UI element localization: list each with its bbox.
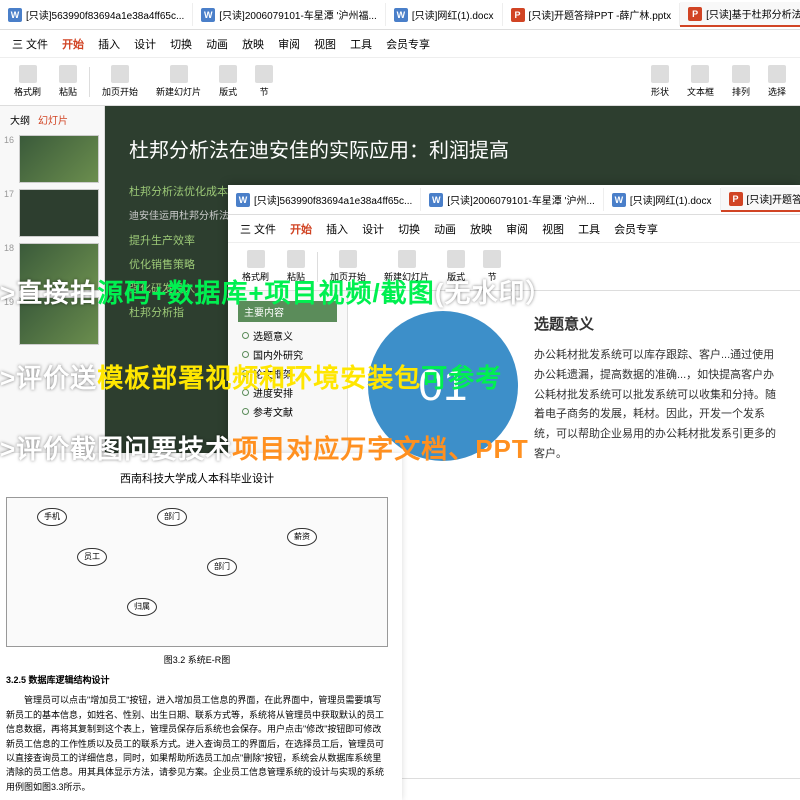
shape-button[interactable]: 形状 <box>645 63 675 100</box>
section-button[interactable]: 节 <box>249 63 279 100</box>
format-painter-button[interactable]: 格式刷 <box>8 63 47 100</box>
menu-member[interactable]: 会员专享 <box>386 36 430 52</box>
menu-tools[interactable]: 工具 <box>350 36 372 52</box>
tab-doc-4[interactable]: P[只读]开题答辩PPT -薛广林.pptx <box>503 3 681 26</box>
doc-header: 西南科技大学成人本科毕业设计 <box>6 471 388 489</box>
menu-start[interactable]: 开始 <box>62 36 84 52</box>
w2-tab-1[interactable]: W[只读]563990f83694a1e38a4ff65c... <box>228 188 421 211</box>
menu-animation[interactable]: 动画 <box>206 36 228 52</box>
menu-file[interactable]: 三 文件 <box>240 221 276 237</box>
word-icon: W <box>394 8 408 22</box>
menu-transition[interactable]: 切换 <box>398 221 420 237</box>
menu-view[interactable]: 视图 <box>314 36 336 52</box>
tab-doc-5[interactable]: P[只读]基于杜邦分析法的企业...× <box>680 2 800 27</box>
er-diagram: 手机 员工 部门 部门 归属 薪资 <box>6 497 388 647</box>
menu-member[interactable]: 会员专享 <box>614 221 658 237</box>
new-slide-button[interactable]: 新建幻灯片 <box>150 63 207 100</box>
document-tabs: W[只读]563990f83694a1e38a4ff65c... W[只读]20… <box>0 0 800 30</box>
slides-tab[interactable]: 幻灯片 <box>38 112 68 127</box>
ppt-icon: P <box>688 7 702 21</box>
menu-transition[interactable]: 切换 <box>170 36 192 52</box>
promo-overlay: >直接拍源码+数据库+项目视频/截图(无水印） >评价送模板部署视频和环境安装包… <box>0 270 800 469</box>
w2-tab-3[interactable]: W[只读]网红(1).docx <box>604 188 721 211</box>
ppt-icon: P <box>511 8 525 22</box>
w2-tab-2[interactable]: W[只读]2006079101-车星潭 '沪州... <box>421 188 604 211</box>
menu-slideshow[interactable]: 放映 <box>242 36 264 52</box>
doc-body: 管理员可以点击"增加员工"按钮，进入增加员工信息的界面，在此界面中，管理员需要填… <box>6 693 388 794</box>
arrange-button[interactable]: 排列 <box>726 63 756 100</box>
w2-tab-4[interactable]: P[只读]开题答辩PPT... <box>721 187 800 212</box>
slide-thumb-17[interactable]: 17 <box>4 189 100 237</box>
menu-insert[interactable]: 插入 <box>98 36 120 52</box>
menu-animation[interactable]: 动画 <box>434 221 456 237</box>
menu-design[interactable]: 设计 <box>134 36 156 52</box>
menu-bar: 三 文件 开始 插入 设计 切换 动画 放映 审阅 视图 工具 会员专享 <box>0 30 800 58</box>
textbox-button[interactable]: 文本框 <box>681 63 720 100</box>
word-icon: W <box>201 8 215 22</box>
menu-review[interactable]: 审阅 <box>278 36 300 52</box>
slide-thumb-16[interactable]: 16 <box>4 135 100 183</box>
menu-view[interactable]: 视图 <box>542 221 564 237</box>
figure-caption: 图3.2 系统E-R图 <box>6 653 388 667</box>
section-heading: 3.2.5 数据库逻辑结构设计 <box>6 673 388 687</box>
tab-doc-3[interactable]: W[只读]网红(1).docx <box>386 3 503 26</box>
tab-doc-1[interactable]: W[只读]563990f83694a1e38a4ff65c... <box>0 3 193 26</box>
menu-tools[interactable]: 工具 <box>578 221 600 237</box>
menu-start[interactable]: 开始 <box>290 221 312 237</box>
select-button[interactable]: 选择 <box>762 63 792 100</box>
menu-review[interactable]: 审阅 <box>506 221 528 237</box>
toolbar: 格式刷 粘贴 加页开始 新建幻灯片 版式 节 形状 文本框 排列 选择 <box>0 58 800 106</box>
layout-button[interactable]: 版式 <box>213 63 243 100</box>
tab-doc-2[interactable]: W[只读]2006079101-车星潭 '沪州福... <box>193 3 386 26</box>
menu-slideshow[interactable]: 放映 <box>470 221 492 237</box>
slide-title: 杜邦分析法在迪安佳的实际应用：利润提高 <box>129 134 776 163</box>
document-window: 西南科技大学成人本科毕业设计 手机 员工 部门 部门 归属 薪资 图3.2 系统… <box>0 453 402 800</box>
paste-button[interactable]: 粘贴 <box>53 63 83 100</box>
menu-design[interactable]: 设计 <box>362 221 384 237</box>
outline-tab[interactable]: 大纲 <box>10 112 30 127</box>
from-start-button[interactable]: 加页开始 <box>96 63 144 100</box>
menu-insert[interactable]: 插入 <box>326 221 348 237</box>
word-icon: W <box>8 8 22 22</box>
menu-file[interactable]: 三 文件 <box>12 36 48 52</box>
